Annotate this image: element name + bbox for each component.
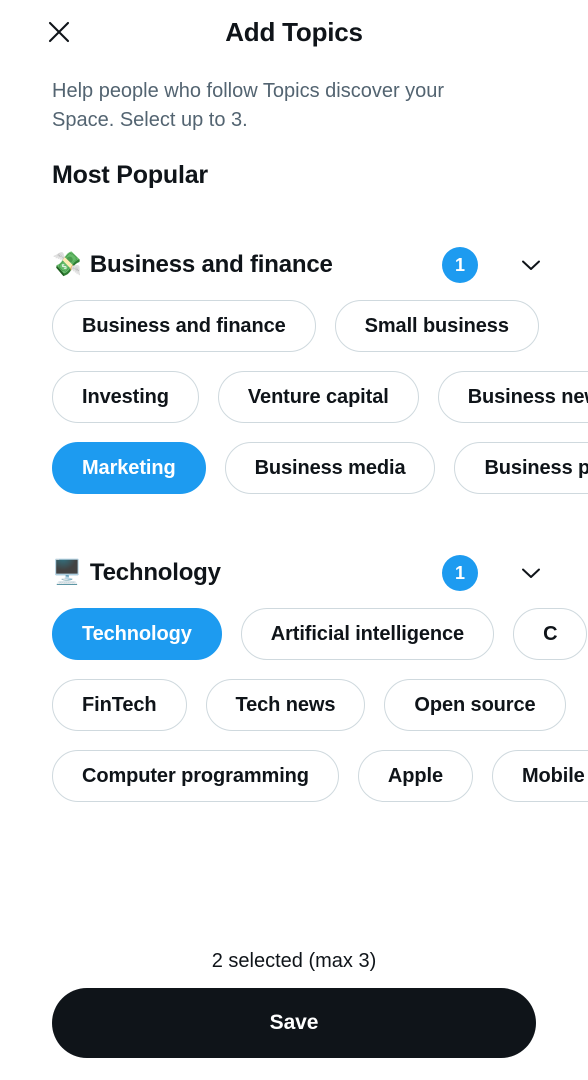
pill-row: Business and finance Small business bbox=[52, 300, 539, 352]
group-header-technology[interactable]: 🖥️ Technology 1 bbox=[0, 554, 588, 592]
topic-pill[interactable]: C bbox=[513, 608, 588, 660]
group-header-business-and-finance[interactable]: 💸 Business and finance 1 bbox=[0, 246, 588, 284]
chevron-down-icon[interactable] bbox=[518, 560, 544, 586]
subtitle-text: Help people who follow Topics discover y… bbox=[52, 80, 445, 131]
group-title-business-and-finance: Business and finance bbox=[89, 251, 333, 278]
topic-pill[interactable]: Open source bbox=[384, 679, 566, 731]
topic-pill[interactable]: Business and finance bbox=[52, 300, 316, 352]
topic-pill[interactable]: Business news bbox=[437, 371, 588, 423]
topic-pill[interactable]: Investing bbox=[52, 371, 199, 423]
topic-pill[interactable]: Venture capital bbox=[217, 371, 419, 423]
add-topics-screen: Add Topics Help people who follow Topics… bbox=[0, 0, 588, 1080]
pill-row: Computer programming Apple Mobile bbox=[52, 750, 588, 802]
topic-pill[interactable]: Apple bbox=[357, 750, 473, 802]
topic-pill[interactable]: Business personalities bbox=[454, 442, 588, 494]
money-with-wings-emoji: 💸 bbox=[52, 251, 82, 278]
topic-group-technology: 🖥️ Technology 1 Technology Artificial in… bbox=[0, 494, 588, 802]
pill-row: Investing Venture capital Business news bbox=[52, 371, 588, 423]
pill-row: Technology Artificial intelligence C bbox=[52, 608, 588, 660]
section-title: Most Popular bbox=[52, 161, 208, 189]
topic-pill[interactable]: Small business bbox=[334, 300, 539, 352]
selection-count-label: 2 selected (max 3) bbox=[211, 950, 377, 972]
group-badge-count-business: 1 bbox=[442, 247, 478, 283]
group-title-technology: Technology bbox=[89, 559, 221, 586]
topic-pill[interactable]: Computer programming bbox=[52, 750, 339, 802]
topic-group-business-and-finance: 💸 Business and finance 1 Business and fi… bbox=[0, 190, 588, 494]
topic-pill[interactable]: Mobile bbox=[491, 750, 588, 802]
topic-pill[interactable]: Artificial intelligence bbox=[240, 608, 495, 660]
group-badge-count-technology: 1 bbox=[442, 555, 478, 591]
topic-pill-selected[interactable]: Marketing bbox=[52, 442, 206, 494]
pill-rows-technology: Technology Artificial intelligence C Fin… bbox=[0, 608, 588, 802]
page-title: Add Topics bbox=[225, 17, 363, 47]
topic-pill-selected[interactable]: Technology bbox=[52, 608, 222, 660]
pill-rows-business: Business and finance Small business Inve… bbox=[0, 300, 588, 494]
header-bar: Add Topics bbox=[0, 0, 588, 66]
topic-pill[interactable]: FinTech bbox=[52, 679, 187, 731]
footer-bar: 2 selected (max 3) Save bbox=[0, 950, 588, 1080]
pill-row: FinTech Tech news Open source bbox=[52, 679, 566, 731]
desktop-computer-emoji: 🖥️ bbox=[52, 559, 82, 586]
topics-scroll-area[interactable]: 💸 Business and finance 1 Business and fi… bbox=[0, 190, 588, 950]
pill-row: Marketing Business media Business person… bbox=[52, 442, 588, 494]
topic-pill[interactable]: Business media bbox=[224, 442, 436, 494]
chevron-down-icon[interactable] bbox=[518, 252, 544, 278]
save-button[interactable]: Save bbox=[52, 988, 536, 1058]
topic-pill[interactable]: Tech news bbox=[205, 679, 366, 731]
